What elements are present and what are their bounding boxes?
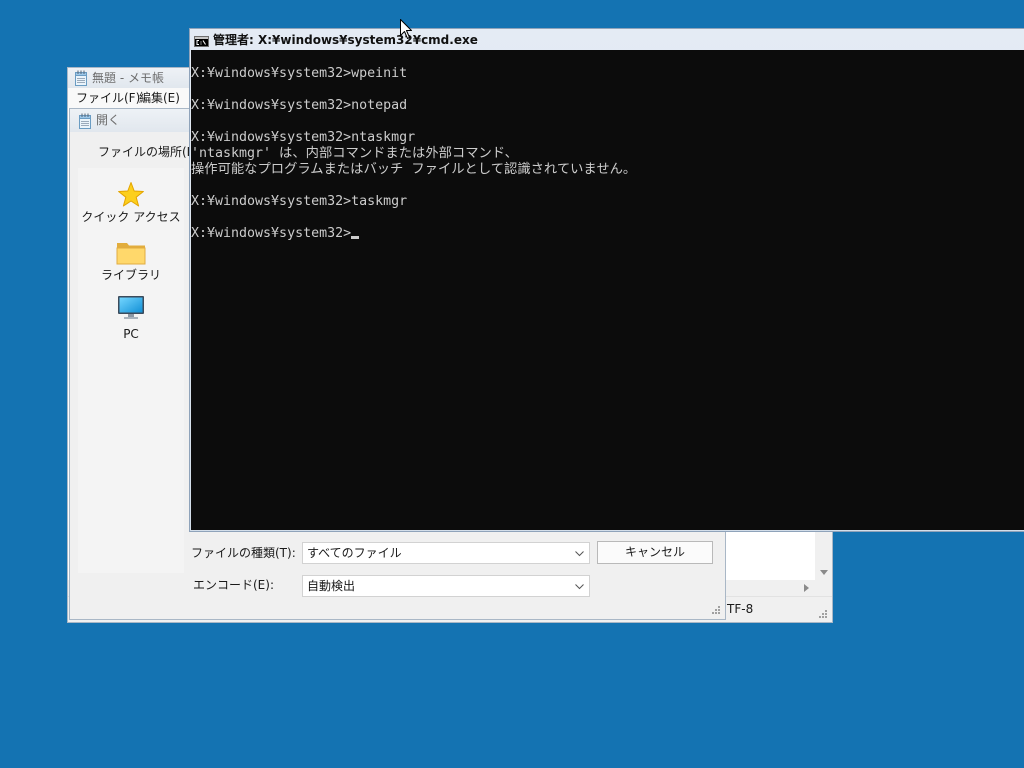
console-line: X:¥windows¥system32>notepad (191, 98, 408, 113)
place-library[interactable]: ライブラリ (78, 268, 184, 282)
scrollbar-corner (815, 580, 832, 595)
location-label: ファイルの場所(I): (98, 145, 199, 159)
cmd-window: 管理者: X:¥windows¥system32¥cmd.exe X:¥wind… (189, 28, 1024, 532)
cmd-title: 管理者: X:¥windows¥system32¥cmd.exe (213, 33, 478, 47)
console-line: X:¥windows¥system32>wpeinit (191, 66, 408, 81)
encoding-select[interactable]: 自動検出 (302, 575, 590, 597)
console-prompt: X:¥windows¥system32> (191, 226, 352, 241)
chevron-down-icon[interactable] (575, 551, 584, 557)
console-error-line: 操作可能なプログラムまたはバッチ ファイルとして認識されていません。 (191, 162, 637, 177)
scroll-right-button[interactable] (798, 580, 815, 595)
resize-grip-icon[interactable] (817, 608, 827, 618)
star-icon[interactable] (117, 181, 145, 209)
console-output[interactable]: X:¥windows¥system32>wpeinit X:¥windows¥s… (191, 50, 1024, 530)
cancel-button[interactable]: キャンセル (597, 541, 713, 564)
menu-file[interactable]: ファイル(F) (76, 88, 140, 108)
file-type-value: すべてのファイル (307, 546, 402, 560)
console-prompt-line[interactable]: X:¥windows¥system32> (191, 226, 1024, 242)
console-error-line: 'ntaskmgr' は、内部コマンドまたは外部コマンド、 (191, 146, 518, 161)
notepad-icon (74, 70, 88, 86)
menu-edit[interactable]: 編集(E) (139, 88, 180, 108)
cmd-title-bar[interactable]: 管理者: X:¥windows¥system32¥cmd.exe (190, 29, 1024, 50)
chevron-down-icon[interactable] (575, 584, 584, 590)
place-pc[interactable]: PC (78, 327, 184, 341)
console-line: X:¥windows¥system32>ntaskmgr (191, 130, 416, 145)
status-encoding: TF-8 (727, 602, 754, 616)
notepad-title: 無題 - メモ帳 (92, 71, 164, 85)
cmd-icon (194, 36, 209, 47)
desktop: { "colors": { "desktop_background": "#14… (0, 0, 1024, 768)
monitor-icon[interactable] (117, 295, 145, 321)
notepad-icon (78, 113, 92, 129)
file-type-label: ファイルの種類(T): (191, 546, 296, 560)
dialog-title: 開く (96, 113, 121, 127)
triangle-down-icon (819, 569, 828, 575)
arrow-cursor-icon (400, 19, 413, 40)
encoding-value: 自動検出 (307, 579, 356, 593)
triangle-right-icon (804, 583, 809, 592)
resize-grip-icon[interactable] (710, 604, 720, 614)
folder-icon[interactable] (116, 241, 146, 265)
scroll-down-button[interactable] (815, 564, 832, 580)
places-bar: クイック アクセス ライブラリ PC (78, 168, 184, 573)
encoding-label: エンコード(E): (193, 578, 274, 592)
text-cursor (351, 236, 360, 239)
place-quick-access[interactable]: クイック アクセス (78, 210, 184, 224)
file-type-select[interactable]: すべてのファイル (302, 542, 590, 564)
console-line: X:¥windows¥system32>taskmgr (191, 194, 408, 209)
